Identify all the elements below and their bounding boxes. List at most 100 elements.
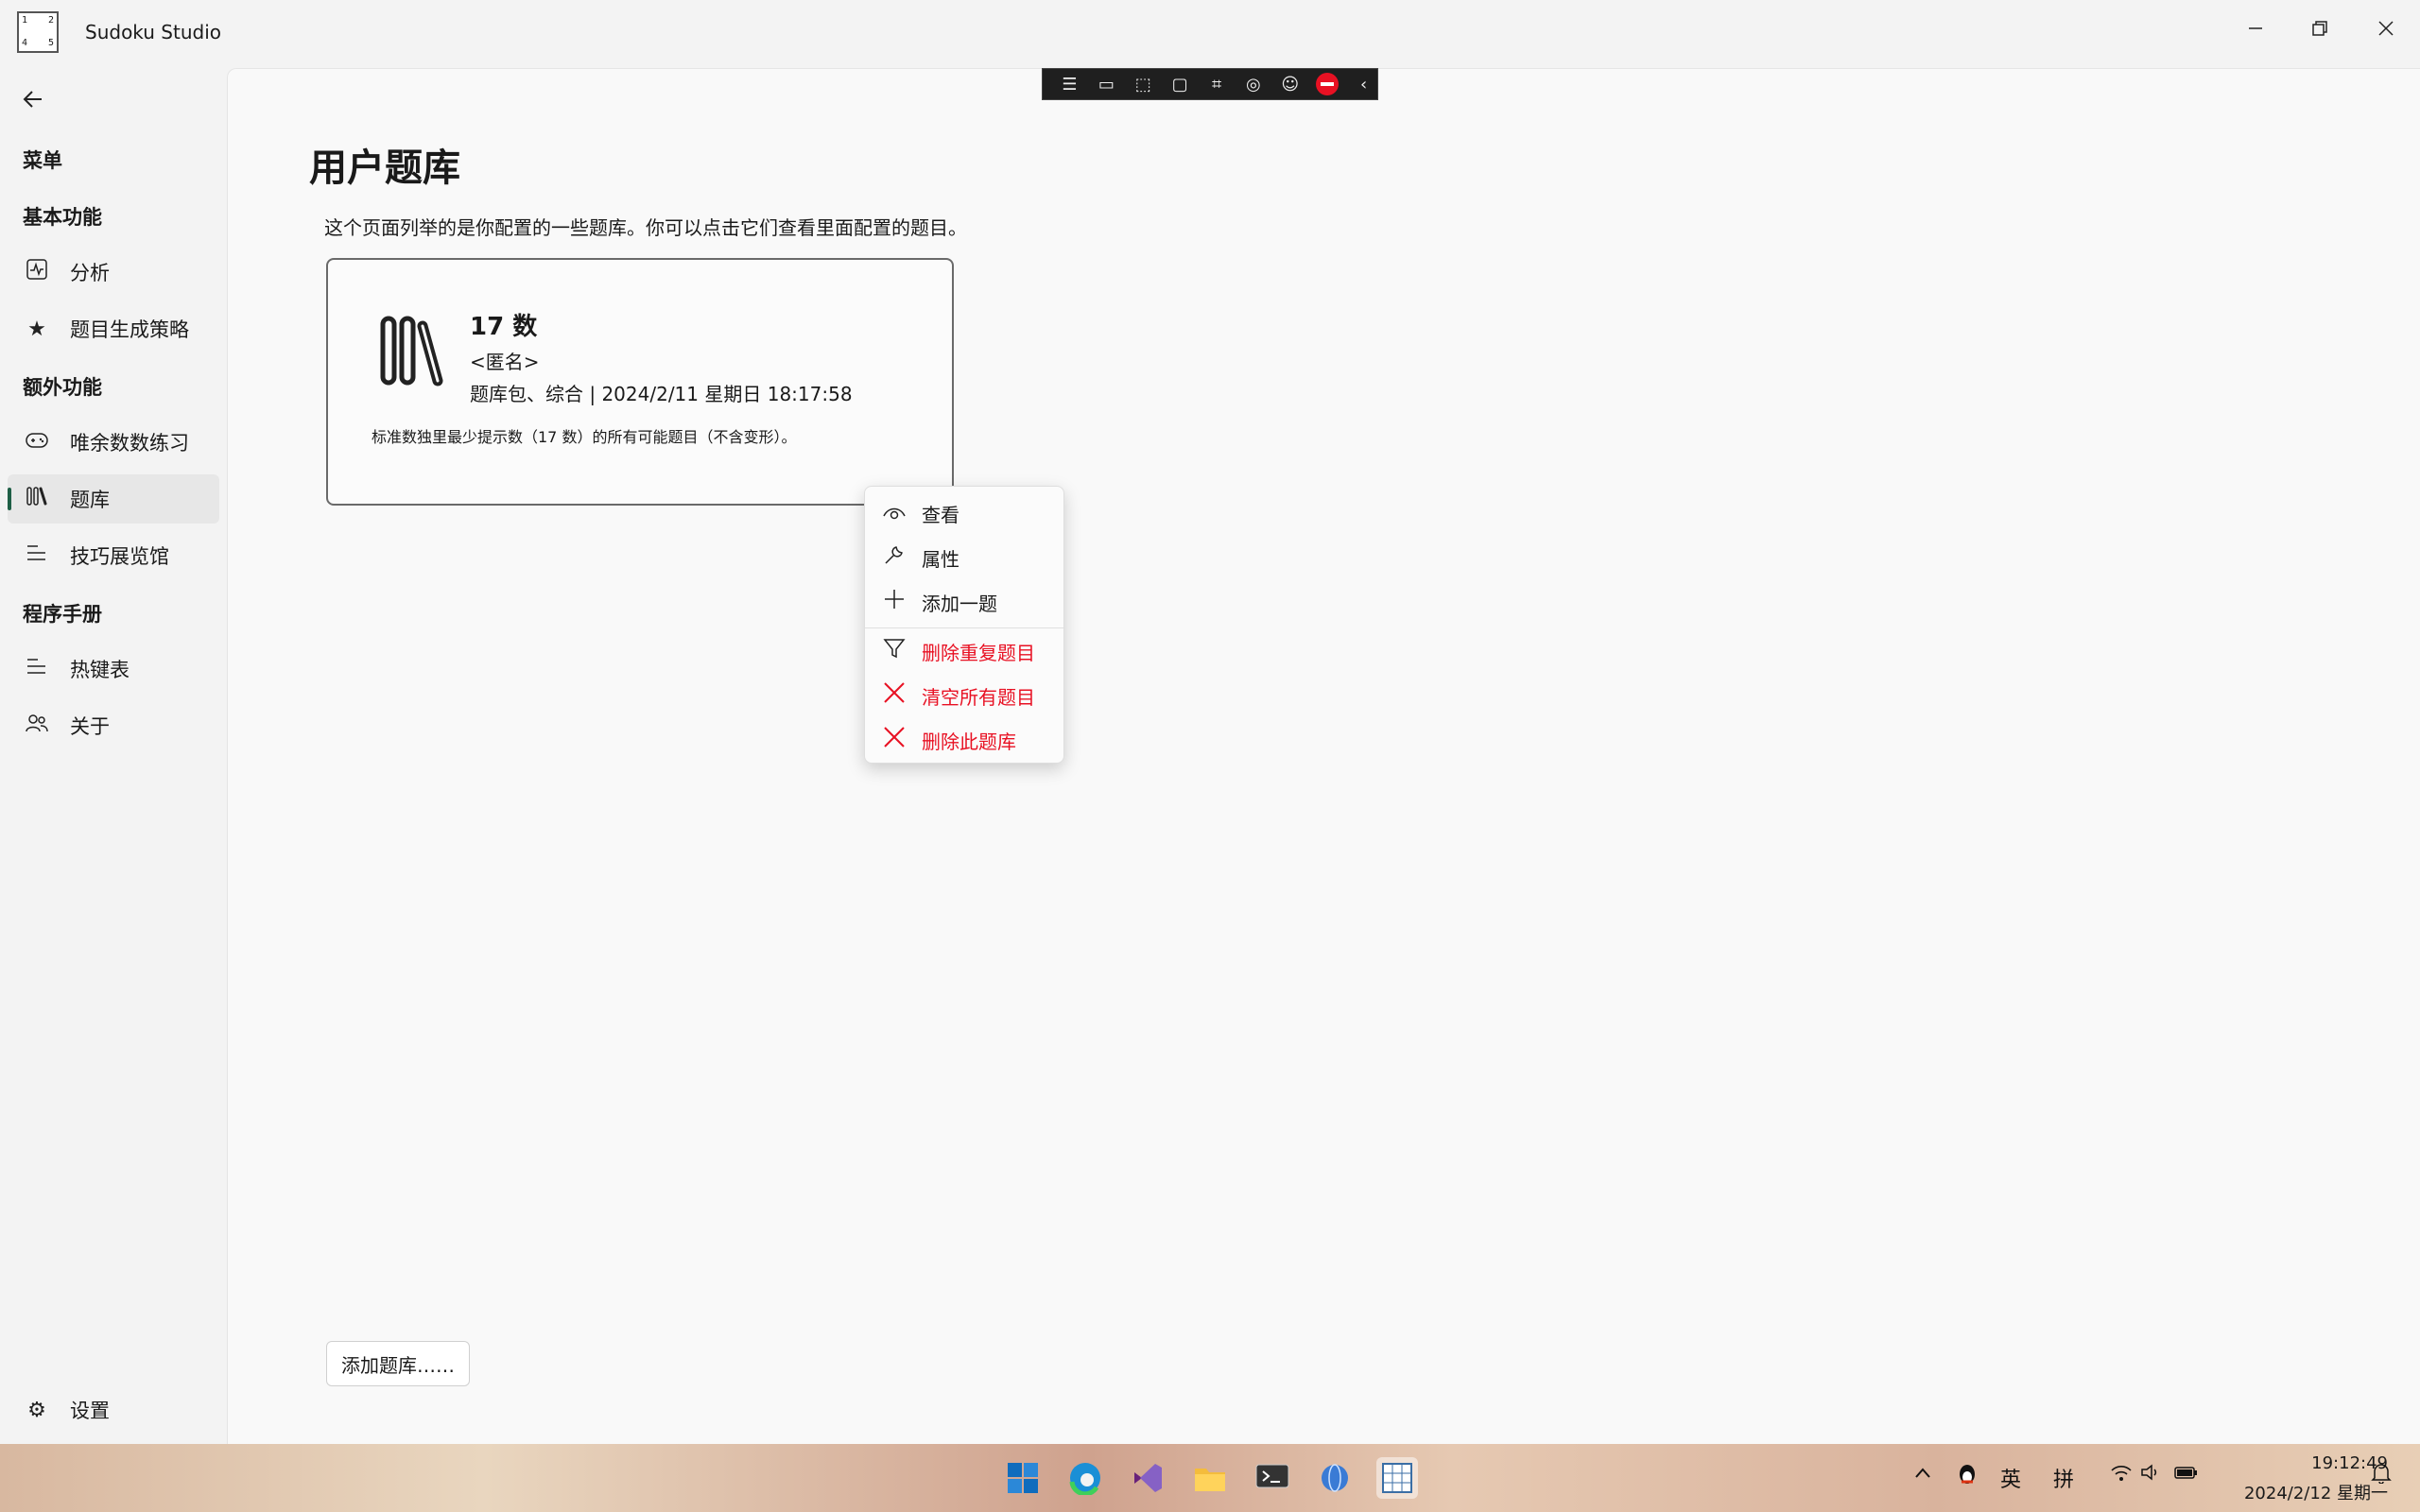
sidebar-item-settings[interactable]: ⚙ 设置	[8, 1385, 219, 1435]
taskbar: 英 拼 19:12:49 2024/2/12 星期一	[0, 1444, 2420, 1512]
section-basic-header: 基本功能	[23, 206, 102, 229]
logo-digit: 4	[22, 38, 28, 48]
menu-item-label: 删除此题库	[922, 730, 1016, 753]
sudoku-app-icon	[1382, 1463, 1412, 1493]
sidebar-item-practice[interactable]: 唯余数数练习	[8, 418, 219, 467]
star-icon: ★	[27, 317, 46, 341]
add-library-button[interactable]: 添加题库……	[326, 1341, 470, 1386]
library-author: <匿名>	[470, 351, 540, 373]
filter-icon	[878, 637, 910, 665]
select-element-icon[interactable]: ⬚	[1130, 72, 1157, 96]
live-tree-icon[interactable]: ☰	[1056, 72, 1083, 96]
folder-icon	[1195, 1469, 1225, 1491]
sidebar-item-label: 唯余数数练习	[70, 432, 189, 455]
menu-item-remove-duplicates[interactable]: 删除重复题目	[865, 630, 1065, 672]
sidebar-item-label: 分析	[70, 262, 110, 284]
wifi-icon[interactable]	[2110, 1463, 2133, 1487]
library-description: 标准数独里最少提示数（17 数）的所有可能题目（不含变形）。	[372, 428, 797, 446]
text-align-icon	[23, 657, 51, 681]
sidebar-item-label: 题目生成策略	[70, 318, 189, 341]
volume-icon[interactable]	[2140, 1463, 2163, 1487]
menu-item-label: 添加一题	[922, 592, 997, 615]
sidebar-item-hotkeys[interactable]: 热键表	[8, 644, 219, 694]
menu-item-add-one[interactable]: 添加一题	[865, 581, 1065, 623]
menu-separator	[865, 627, 1065, 628]
activity-icon	[23, 259, 51, 285]
sudoku-studio-taskbar-button[interactable]	[1376, 1457, 1418, 1499]
hot-reload-icon[interactable]: ◎	[1239, 72, 1267, 96]
library-icon	[379, 313, 455, 388]
notification-bell-icon[interactable]	[2371, 1463, 2392, 1489]
menu-item-label: 清空所有题目	[922, 685, 1035, 709]
windows-logo-icon	[1008, 1463, 1038, 1493]
menu-item-label: 属性	[922, 547, 959, 571]
terminal-icon	[1255, 1464, 1289, 1488]
sidebar-item-about[interactable]: 关于	[8, 701, 219, 750]
visual-studio-icon	[1134, 1464, 1162, 1492]
logo-digit: 5	[47, 38, 54, 48]
close-button[interactable]	[2358, 9, 2414, 47]
sidebar-item-label: 热键表	[70, 659, 130, 681]
gear-icon: ⚙	[27, 1398, 46, 1422]
menu-item-label: 查看	[922, 503, 959, 526]
menu-item-label: 删除重复题目	[922, 641, 1035, 664]
minimize-icon	[2249, 27, 2262, 29]
app-title: Sudoku Studio	[85, 21, 222, 43]
close-icon	[878, 681, 910, 710]
plus-icon	[878, 589, 910, 615]
text-align-icon	[23, 543, 51, 568]
eye-icon	[878, 500, 910, 526]
show-hidden-icons-button[interactable]	[1913, 1463, 1932, 1486]
sidebar-item-analysis[interactable]: 分析	[8, 248, 219, 297]
logo-digit: 1	[22, 15, 28, 26]
page-description: 这个页面列举的是你配置的一些题库。你可以点击它们查看里面配置的题目。	[324, 216, 967, 239]
library-card[interactable]: 17 数 <匿名> 题库包、综合 | 2024/2/11 星期日 18:17:5…	[326, 258, 954, 506]
wrench-icon	[878, 543, 910, 572]
terminal-button[interactable]	[1252, 1457, 1293, 1499]
sidebar-item-library[interactable]: 题库	[8, 474, 219, 524]
people-icon	[23, 713, 51, 738]
xaml-debug-toolbar: ☰ ▭ ⬚ ▢ ⌗ ◎ ☺ ‹	[1042, 68, 1378, 100]
library-icon	[23, 486, 51, 512]
visual-studio-button[interactable]	[1127, 1457, 1168, 1499]
menu-item-view[interactable]: 查看	[865, 492, 1065, 534]
sidebar-item-strategy[interactable]: ★ 题目生成策略	[8, 304, 219, 353]
stop-icon[interactable]	[1313, 72, 1340, 96]
collapse-chevron-icon[interactable]: ‹	[1350, 72, 1377, 96]
context-menu: 查看 属性 添加一题 删除重复题目 清空所有题目 删除此题库	[864, 486, 1065, 764]
content-area: 用户题库 这个页面列举的是你配置的一些题库。你可以点击它们查看里面配置的题目。 …	[227, 68, 2420, 1445]
camera-icon[interactable]: ▭	[1093, 72, 1120, 96]
restore-button[interactable]	[2291, 9, 2348, 47]
battery-icon[interactable]	[2174, 1463, 2199, 1487]
sidebar-item-label: 关于	[70, 715, 110, 738]
menu-item-delete-library[interactable]: 删除此题库	[865, 719, 1065, 761]
navigation-pane: 菜单 基本功能 分析 ★ 题目生成策略 额外功能 唯余数数练习 题库 技巧展览馆…	[0, 66, 227, 1444]
close-icon	[878, 726, 910, 754]
title-bar: 1 2 4 5 Sudoku Studio	[0, 0, 2420, 66]
menu-item-clear-all[interactable]: 清空所有题目	[865, 675, 1065, 716]
gamepad-icon	[23, 431, 51, 455]
edge-browser-button[interactable]	[1064, 1457, 1106, 1499]
ime-mode-indicator[interactable]: 拼	[2053, 1463, 2074, 1493]
edge-icon	[1069, 1463, 1100, 1495]
menu-item-properties[interactable]: 属性	[865, 537, 1065, 578]
accessibility-icon[interactable]: ☺	[1276, 72, 1304, 96]
app-button[interactable]	[1314, 1457, 1356, 1499]
penguin-icon	[1960, 1465, 1975, 1484]
start-button[interactable]	[1002, 1457, 1044, 1499]
input-language-indicator[interactable]: 英	[2000, 1463, 2021, 1493]
library-name: 17 数	[470, 313, 538, 341]
minimize-button[interactable]	[2227, 9, 2284, 47]
clock-date[interactable]: 2024/2/12 星期一	[2212, 1480, 2388, 1504]
sidebar-item-label: 技巧展览馆	[70, 545, 169, 568]
layout-adorners-icon[interactable]: ▢	[1167, 72, 1194, 96]
qq-tray-icon[interactable]	[1957, 1463, 1978, 1491]
app-logo: 1 2 4 5	[17, 11, 59, 53]
globe-icon	[1322, 1464, 1348, 1492]
track-focus-icon[interactable]: ⌗	[1203, 72, 1231, 96]
back-button[interactable]	[21, 87, 45, 118]
sidebar-item-gallery[interactable]: 技巧展览馆	[8, 531, 219, 580]
library-meta: 题库包、综合 | 2024/2/11 星期日 18:17:58	[470, 383, 853, 405]
file-explorer-button[interactable]	[1189, 1457, 1231, 1499]
sidebar-item-label: 设置	[70, 1400, 110, 1422]
